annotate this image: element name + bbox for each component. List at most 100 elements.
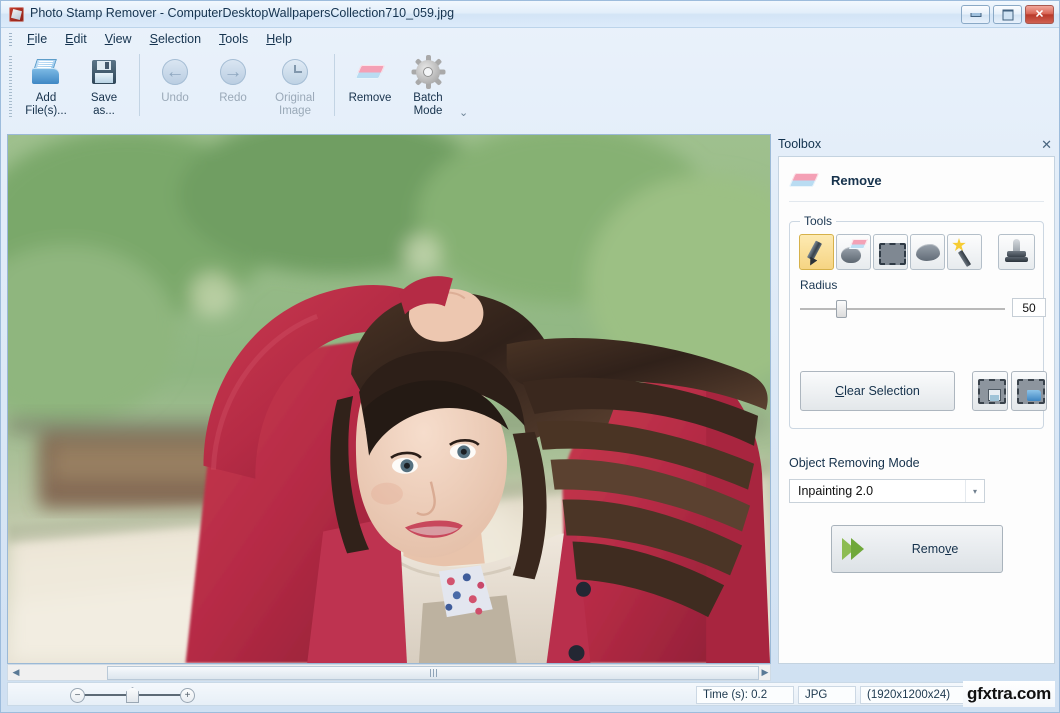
toolbar-remove-button[interactable]: Remove <box>341 50 399 120</box>
zoom-slider[interactable]: − + <box>70 687 195 703</box>
toolbox-mode-title: Remove <box>831 172 882 188</box>
main-toolbar: Add File(s)... Save as... ← Undo → Redo … <box>1 50 1059 132</box>
eraser-icon <box>354 56 386 88</box>
horizontal-scroll-thumb[interactable] <box>107 666 759 680</box>
rectangle-selection-tool-button[interactable] <box>873 234 908 270</box>
lasso-tool-button[interactable] <box>910 234 945 270</box>
maximize-button[interactable] <box>993 5 1022 24</box>
magic-wand-tool-button[interactable] <box>947 234 982 270</box>
site-watermark: gfxtra.com <box>963 681 1055 707</box>
image-canvas[interactable] <box>7 134 771 664</box>
toolbar-original-image-button[interactable]: Original Image <box>262 50 328 120</box>
horizontal-scrollbar[interactable]: ◀ <box>7 664 771 681</box>
tools-row <box>799 234 982 270</box>
close-button[interactable]: ✕ <box>1025 5 1054 24</box>
object-removing-mode-value: Inpainting 2.0 <box>798 484 874 498</box>
remove-action-label: Remove <box>911 542 959 556</box>
toolbar-save-as-button[interactable]: Save as... <box>75 50 133 120</box>
open-folder-icon <box>30 56 62 88</box>
green-arrow-icon <box>838 534 882 564</box>
toolbar-redo-button[interactable]: → Redo <box>204 50 262 120</box>
radius-slider-thumb[interactable] <box>836 300 847 318</box>
toolbar-undo-label: Undo <box>161 92 189 104</box>
toolbar-original-label-2: Image <box>279 105 311 117</box>
window-controls: ✕ <box>961 5 1054 24</box>
title-bar: Photo Stamp Remover - ComputerDesktopWal… <box>1 1 1059 28</box>
zoom-slider-thumb[interactable] <box>126 687 139 703</box>
toolbox-header: Toolbox ✕ <box>778 134 1055 154</box>
toolbox-panel: Toolbox ✕ Remove Tools Radius 50 Clear S… <box>778 134 1055 664</box>
lasso-icon <box>911 235 944 269</box>
toolbar-separator-2 <box>334 54 335 116</box>
toolbar-remove-label: Remove <box>348 92 392 104</box>
menu-item-selection[interactable]: Selection <box>141 30 210 48</box>
scroll-right-arrow-icon[interactable]: ▶ <box>758 664 772 681</box>
stamp-icon <box>999 235 1034 269</box>
toolbar-add-files-button[interactable]: Add File(s)... <box>17 50 75 120</box>
toolbox-close-icon[interactable]: ✕ <box>1038 138 1055 151</box>
toolbar-redo-label: Redo <box>219 92 247 104</box>
app-icon <box>9 7 24 22</box>
zoom-out-button[interactable]: − <box>70 688 85 703</box>
toolbar-add-files-label-2: File(s)... <box>25 105 67 117</box>
toolbox-body: Remove Tools Radius 50 Clear Selection O… <box>778 156 1055 664</box>
menu-grip <box>9 32 12 46</box>
rectangle-marquee-icon <box>874 235 907 269</box>
application-window: Photo Stamp Remover - ComputerDesktopWal… <box>0 0 1060 713</box>
toolbar-overflow-button[interactable]: ⌄ <box>459 106 468 119</box>
status-format: JPG <box>798 686 856 704</box>
undo-arrow-icon: ← <box>159 56 191 88</box>
gear-icon <box>411 55 446 89</box>
minimize-button[interactable] <box>961 5 990 24</box>
menu-item-edit[interactable]: Edit <box>56 30 96 48</box>
zoom-in-button[interactable]: + <box>180 688 195 703</box>
clock-history-icon <box>279 56 311 88</box>
chevron-down-icon[interactable]: ▾ <box>965 480 984 502</box>
toolbar-batch-label-2: Mode <box>413 105 443 117</box>
tools-group: Tools Radius 50 Clear Selection <box>789 214 1047 429</box>
close-icon: ✕ <box>1034 8 1045 20</box>
object-removing-mode-select[interactable]: Inpainting 2.0 ▾ <box>789 479 985 503</box>
toolbar-add-files-label-1: Add <box>35 92 57 104</box>
menu-item-file[interactable]: File <box>18 30 56 48</box>
toolbox-divider <box>789 201 1044 202</box>
load-selection-icon <box>1012 372 1046 410</box>
eraser-icon <box>788 169 820 191</box>
save-selection-button[interactable] <box>972 371 1008 411</box>
save-selection-icon <box>973 372 1007 410</box>
pencil-icon <box>800 235 833 269</box>
clone-stamp-tool-button[interactable] <box>998 234 1035 270</box>
toolbox-mode-header: Remove <box>779 157 1054 191</box>
marker-tool-button[interactable] <box>799 234 834 270</box>
magic-wand-icon <box>948 235 981 269</box>
toolbar-undo-button[interactable]: ← Undo <box>146 50 204 120</box>
menu-bar: File Edit View Selection Tools Help <box>1 28 1059 50</box>
toolbar-original-label-1: Original <box>275 92 315 104</box>
menu-item-tools[interactable]: Tools <box>210 30 257 48</box>
toolbar-save-as-label-2: as... <box>93 105 115 117</box>
eraser-tool-icon <box>837 235 870 269</box>
status-dimensions: (1920x1200x24) <box>860 686 966 704</box>
radius-slider-track <box>800 308 1005 310</box>
toolbar-batch-mode-button[interactable]: Batch Mode <box>399 50 457 120</box>
tools-group-label: Tools <box>800 214 837 228</box>
load-selection-button[interactable] <box>1011 371 1047 411</box>
object-removing-mode-label: Object Removing Mode <box>789 456 920 470</box>
toolbar-save-as-label-1: Save <box>90 92 118 104</box>
menu-item-help[interactable]: Help <box>257 30 301 48</box>
toolbox-title: Toolbox <box>778 137 822 151</box>
menu-item-view[interactable]: View <box>96 30 141 48</box>
eraser-tool-button[interactable] <box>836 234 871 270</box>
radius-label: Radius <box>800 278 838 292</box>
status-bar: − + Time (s): 0.2 JPG (1920x1200x24) <box>7 682 1055 706</box>
scroll-left-arrow-icon[interactable]: ◀ <box>8 665 24 680</box>
edited-photo <box>8 135 770 663</box>
radius-slider[interactable] <box>800 300 1005 318</box>
redo-arrow-icon: → <box>217 56 249 88</box>
remove-action-button[interactable]: Remove <box>831 525 1003 573</box>
clear-selection-button[interactable]: Clear Selection <box>800 371 955 411</box>
radius-value[interactable]: 50 <box>1012 298 1046 317</box>
window-title: Photo Stamp Remover - ComputerDesktopWal… <box>30 6 455 20</box>
toolbar-grip <box>9 56 12 118</box>
status-time: Time (s): 0.2 <box>696 686 794 704</box>
